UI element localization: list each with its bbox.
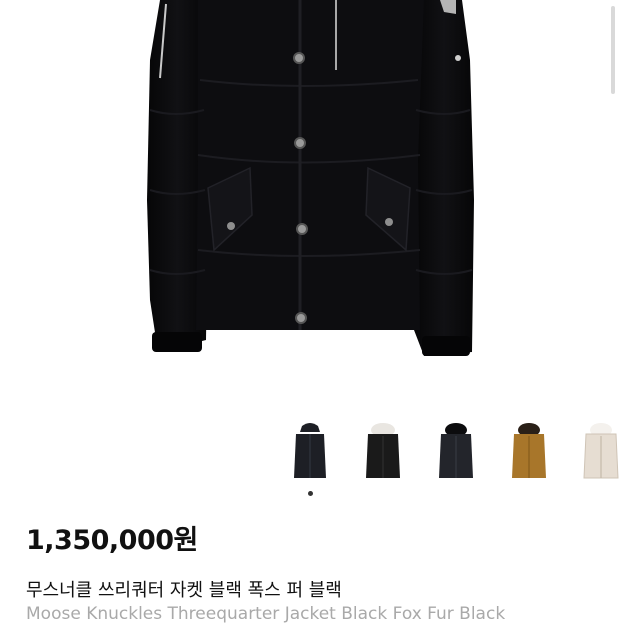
jacket-illustration [147, 0, 474, 356]
jacket-thumb-icon [439, 423, 473, 478]
jacket-thumb-icon [583, 423, 619, 479]
product-title-english: Moose Knuckles Threequarter Jacket Black… [26, 604, 506, 624]
thumbnail-4[interactable] [509, 418, 549, 484]
product-price: 1,350,000원 [26, 525, 198, 556]
thumbnail-2[interactable] [363, 418, 403, 484]
carousel-indicator-active [308, 491, 313, 496]
thumbnail-5[interactable] [581, 418, 620, 484]
jacket-thumb-icon [294, 423, 326, 478]
jacket-thumb-icon [512, 423, 546, 478]
page-scrollbar[interactable] [611, 6, 615, 94]
thumbnail-3[interactable] [436, 418, 476, 484]
thumbnail-1[interactable] [290, 418, 330, 484]
product-title-korean: 무스너클 쓰리쿼터 자켓 블랙 폭스 퍼 블랙 [26, 580, 342, 601]
jacket-thumb-icon [366, 423, 400, 478]
product-main-image[interactable] [0, 0, 620, 412]
